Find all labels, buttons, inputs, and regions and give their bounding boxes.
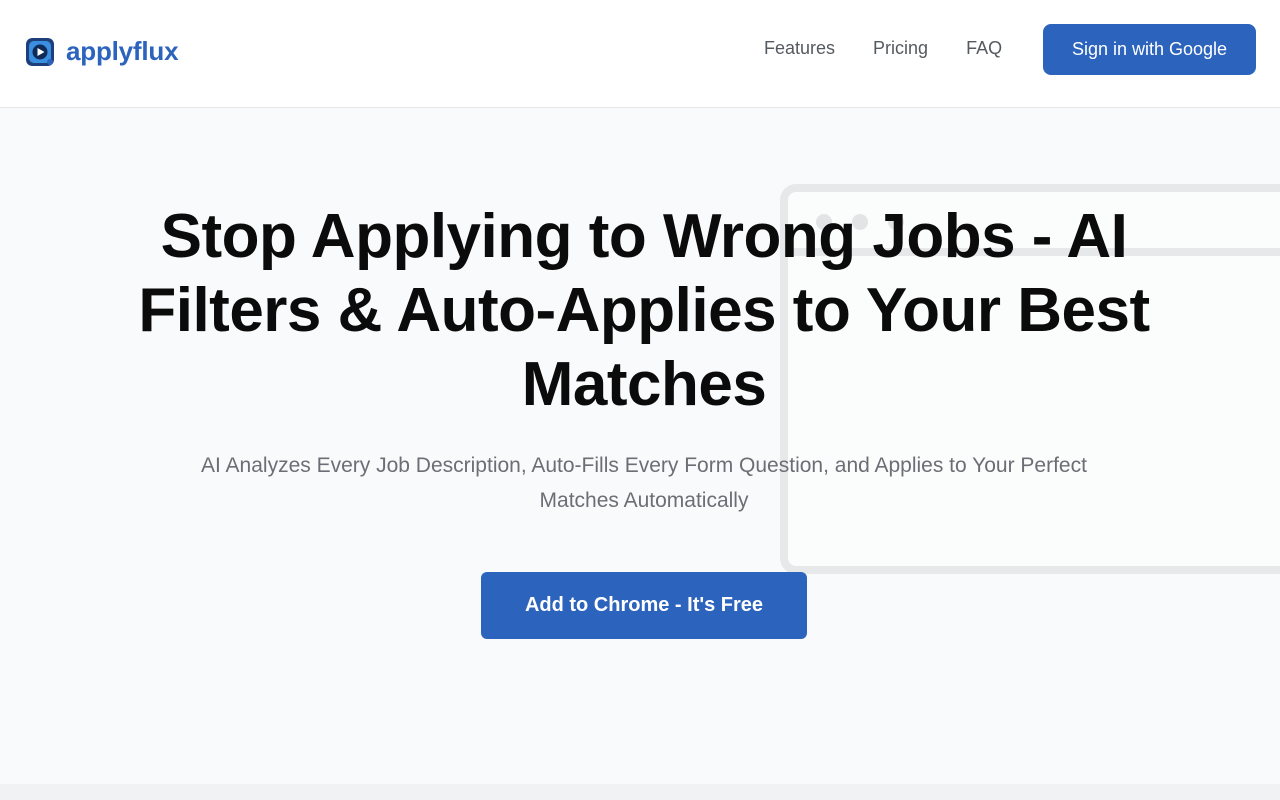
nav-link-features[interactable]: Features — [764, 38, 835, 59]
add-to-chrome-button[interactable]: Add to Chrome - It's Free — [481, 572, 807, 639]
hero-subheadline: AI Analyzes Every Job Description, Auto-… — [201, 454, 1087, 512]
play-gear-logo-icon — [26, 37, 54, 66]
site-header: applyflux Features Pricing FAQ Sign in w… — [0, 0, 1280, 108]
brand-name: applyflux — [66, 36, 179, 66]
hero-headline: Stop Applying to Wrong Jobs - AI Filters… — [138, 202, 1150, 419]
hero-section: Stop Applying to Wrong Jobs - AI Filters… — [0, 108, 1280, 784]
nav-link-faq[interactable]: FAQ — [966, 38, 1002, 59]
nav-link-pricing[interactable]: Pricing — [873, 38, 928, 59]
main-nav: Features Pricing FAQ — [764, 38, 1040, 59]
sign-in-google-button[interactable]: Sign in with Google — [1043, 24, 1256, 75]
next-section-edge — [0, 784, 1280, 800]
brand-link[interactable]: applyflux — [26, 36, 179, 67]
